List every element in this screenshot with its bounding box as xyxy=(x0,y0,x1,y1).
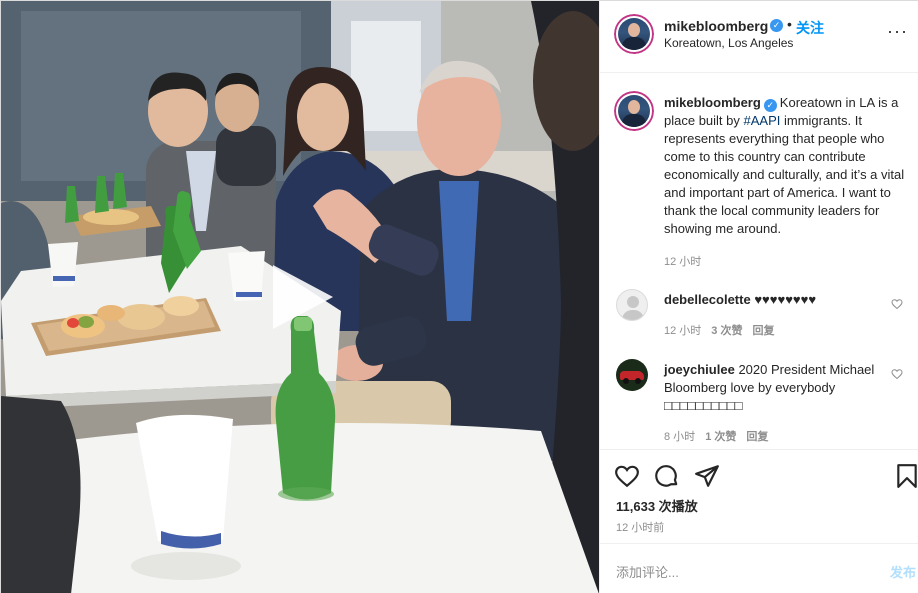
caption-author-avatar[interactable] xyxy=(614,91,654,131)
comment-like-heart-icon[interactable] xyxy=(891,368,903,380)
post-dialog: mikebloomberg ✓ • 关注 Koreatown, Los Ange… xyxy=(0,0,918,593)
more-options-icon[interactable]: ··· xyxy=(887,21,908,42)
post-location[interactable]: Koreatown, Los Angeles xyxy=(664,36,793,50)
comment-time: 12 小时 xyxy=(664,325,702,337)
caption-text-end: immigrants. It represents everything tha… xyxy=(664,113,905,236)
hashtag-link[interactable]: #AAPI xyxy=(744,113,781,128)
post-comment-button[interactable]: 发布 xyxy=(890,562,916,581)
play-icon[interactable] xyxy=(267,263,335,331)
heart-icon[interactable] xyxy=(614,463,640,489)
commenter-avatar[interactable] xyxy=(616,289,648,321)
post-media-video[interactable] xyxy=(1,1,599,593)
comment-meta: 12 小时 3 次赞 回复 xyxy=(664,322,774,338)
comment-body: debellecolette ♥♥♥♥♥♥♥♥ xyxy=(664,291,884,309)
caption-timestamp: 12 小时 xyxy=(664,256,702,268)
commenter-avatar[interactable] xyxy=(616,359,648,391)
comment-reply-button[interactable]: 回复 xyxy=(752,325,774,337)
follow-button[interactable]: 关注 xyxy=(796,18,824,38)
comment-input[interactable]: 添加评论... xyxy=(616,562,679,581)
comment-icon[interactable] xyxy=(654,463,680,489)
comment-reply-button[interactable]: 回复 xyxy=(746,431,768,443)
verified-badge-icon: ✓ xyxy=(770,19,783,32)
share-icon[interactable] xyxy=(694,463,720,489)
separator-dot: • xyxy=(787,16,792,32)
author-avatar[interactable] xyxy=(614,14,654,54)
caption-username[interactable]: mikebloomberg xyxy=(664,95,761,110)
post-caption: mikebloomberg ✓ Koreatown in LA is a place… xyxy=(664,94,908,238)
post-header: mikebloomberg ✓ • 关注 Koreatown, Los Ange… xyxy=(600,1,918,73)
comment-username[interactable]: debellecolette xyxy=(664,292,751,307)
comment-likes-count[interactable]: 3 次赞 xyxy=(711,325,742,337)
comment-text: ♥♥♥♥♥♥♥♥ xyxy=(754,292,817,307)
comment-meta: 8 小时 1 次赞 回复 xyxy=(664,428,768,444)
author-username[interactable]: mikebloomberg xyxy=(664,18,768,34)
view-count[interactable]: 11,633 次播放 xyxy=(616,496,698,515)
post-details-panel: mikebloomberg ✓ • 关注 Koreatown, Los Ange… xyxy=(599,1,918,593)
bookmark-icon[interactable] xyxy=(894,463,918,489)
post-timestamp: 12 小时前 xyxy=(616,522,665,534)
comment-likes-count[interactable]: 1 次赞 xyxy=(705,431,736,443)
comment-time: 8 小时 xyxy=(664,431,696,443)
comment-username[interactable]: joeychiulee xyxy=(664,362,735,377)
verified-badge-icon: ✓ xyxy=(763,99,777,112)
comment-like-heart-icon[interactable] xyxy=(891,298,903,310)
comment-body: joeychiulee 2020 President Michael Bloom… xyxy=(664,361,884,415)
add-comment-bar: 添加评论... 发布 xyxy=(600,543,918,593)
